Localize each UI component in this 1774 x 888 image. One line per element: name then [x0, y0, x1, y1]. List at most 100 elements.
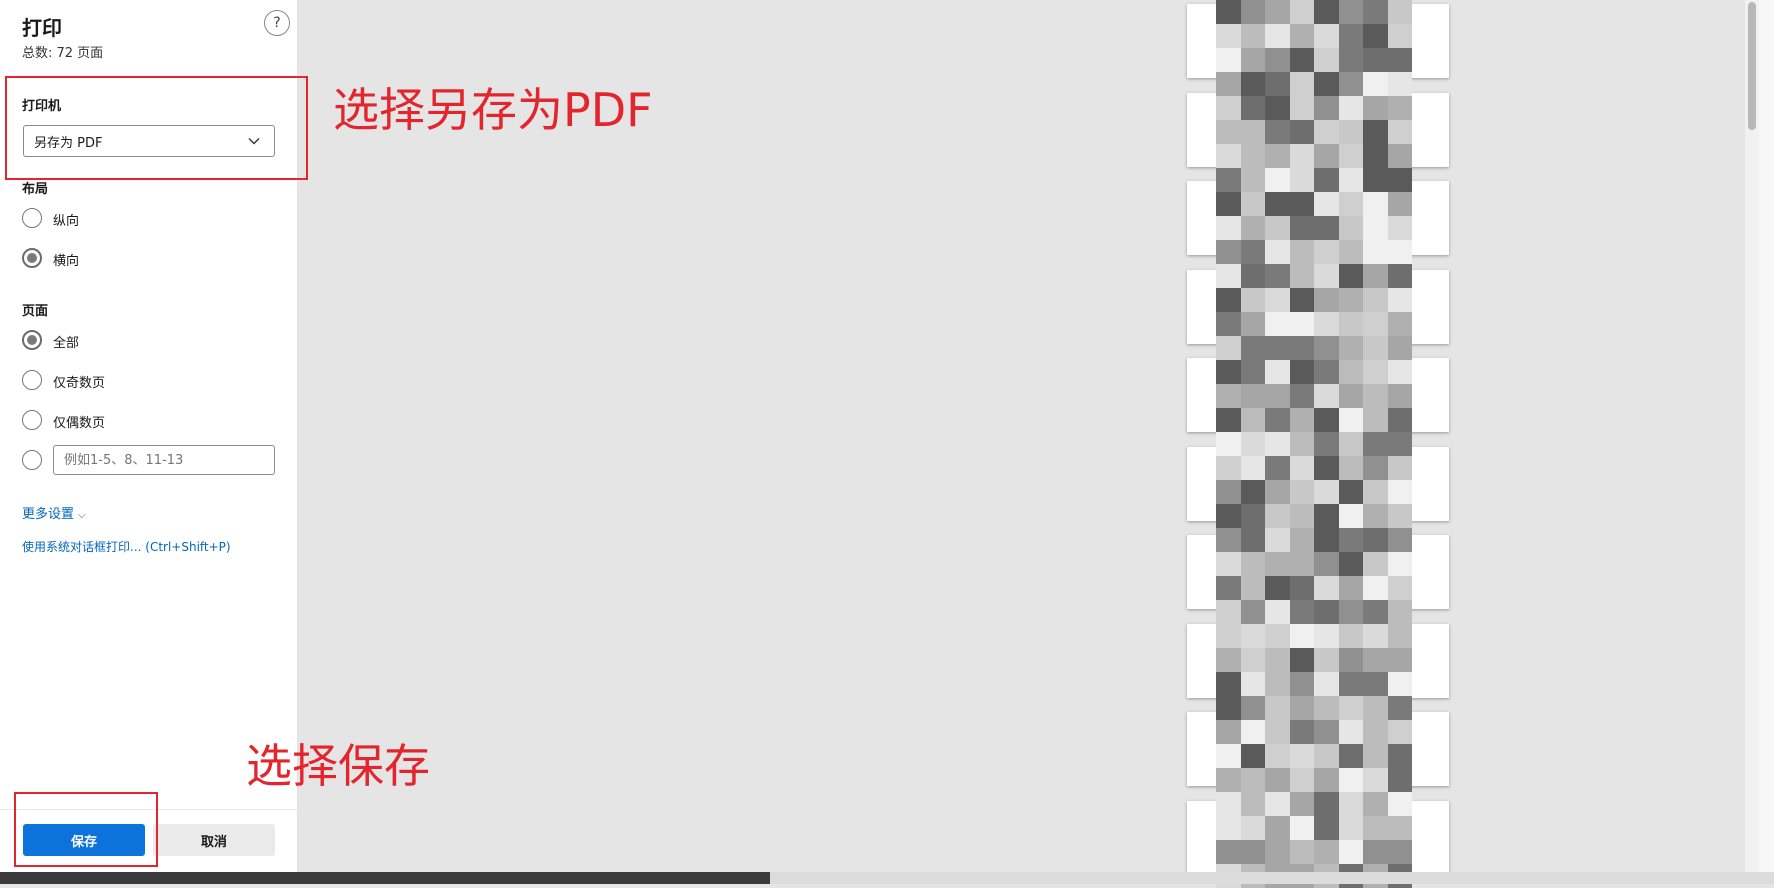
mosaic-cell: [1338, 408, 1363, 432]
mosaic-cell: [1240, 336, 1265, 360]
mosaic-cell: [1363, 240, 1388, 264]
mosaic-cell: [1289, 144, 1314, 168]
system-dialog-link[interactable]: 使用系统对话框打印... (Ctrl+Shift+P): [22, 538, 231, 555]
mosaic-cell: [1338, 480, 1363, 504]
mosaic-cell: [1265, 336, 1290, 360]
mosaic-cell: [1314, 792, 1339, 816]
mosaic-cell: [1314, 696, 1339, 720]
mosaic-cell: [1289, 120, 1314, 144]
mosaic-cell: [1363, 768, 1388, 792]
mosaic-cell: [1363, 696, 1388, 720]
radio-landscape-label: 横向: [53, 254, 80, 269]
mosaic-cell: [1387, 504, 1412, 528]
mosaic-cell: [1265, 240, 1290, 264]
mosaic-cell: [1265, 840, 1290, 864]
mosaic-cell: [1289, 792, 1314, 816]
mosaic-cell: [1216, 600, 1241, 624]
mosaic-cell: [1387, 696, 1412, 720]
mosaic-cell: [1216, 264, 1241, 288]
mosaic-cell: [1363, 24, 1388, 48]
mosaic-cell: [1314, 672, 1339, 696]
cancel-button[interactable]: 取消: [153, 824, 275, 856]
mosaic-cell: [1314, 624, 1339, 648]
radio-landscape[interactable]: [22, 248, 42, 268]
mosaic-cell: [1338, 696, 1363, 720]
mosaic-cell: [1240, 24, 1265, 48]
mosaic-cell: [1240, 840, 1265, 864]
mosaic-cell: [1265, 120, 1290, 144]
chevron-down-small-icon: ⌵: [78, 510, 86, 521]
mosaic-cell: [1338, 360, 1363, 384]
radio-pages-all[interactable]: [22, 330, 42, 350]
mosaic-cell: [1265, 552, 1290, 576]
mosaic-cell: [1289, 168, 1314, 192]
mosaic-cell: [1216, 24, 1241, 48]
mosaic-cell: [1265, 576, 1290, 600]
mosaic-cell: [1338, 552, 1363, 576]
mosaic-cell: [1289, 360, 1314, 384]
mosaic-cell: [1265, 672, 1290, 696]
mosaic-cell: [1216, 72, 1241, 96]
mosaic-cell: [1363, 528, 1388, 552]
mosaic-cell: [1240, 600, 1265, 624]
mosaic-cell: [1387, 360, 1412, 384]
mosaic-cell: [1265, 360, 1290, 384]
mosaic-cell: [1289, 72, 1314, 96]
mosaic-cell: [1216, 456, 1241, 480]
mosaic-cell: [1289, 288, 1314, 312]
mosaic-cell: [1216, 0, 1241, 24]
mosaic-cell: [1240, 0, 1265, 24]
mosaic-cell: [1314, 192, 1339, 216]
mosaic-cell: [1363, 672, 1388, 696]
scroll-thumb[interactable]: [1748, 2, 1756, 130]
mosaic-cell: [1265, 408, 1290, 432]
mosaic-cell: [1387, 24, 1412, 48]
mosaic-cell: [1338, 816, 1363, 840]
mosaic-cell: [1338, 528, 1363, 552]
mosaic-cell: [1387, 456, 1412, 480]
mosaic-cell: [1216, 120, 1241, 144]
mosaic-cell: [1363, 624, 1388, 648]
mosaic-cell: [1240, 792, 1265, 816]
mosaic-cell: [1338, 168, 1363, 192]
taskbar-light-area: [770, 872, 1774, 884]
mosaic-cell: [1338, 600, 1363, 624]
mosaic-cell: [1289, 48, 1314, 72]
mosaic-cell: [1363, 312, 1388, 336]
page-range-input[interactable]: [53, 445, 275, 475]
mosaic-cell: [1363, 384, 1388, 408]
mosaic-cell: [1387, 840, 1412, 864]
mosaic-cell: [1216, 720, 1241, 744]
mosaic-cell: [1363, 360, 1388, 384]
mosaic-cell: [1338, 264, 1363, 288]
mosaic-cell: [1265, 480, 1290, 504]
mosaic-cell: [1240, 672, 1265, 696]
mosaic-cell: [1289, 600, 1314, 624]
mosaic-cell: [1265, 504, 1290, 528]
help-icon[interactable]: ?: [264, 10, 290, 36]
mosaic-cell: [1216, 192, 1241, 216]
mosaic-cell: [1387, 432, 1412, 456]
radio-pages-odd[interactable]: [22, 370, 42, 390]
mosaic-cell: [1216, 672, 1241, 696]
mosaic-cell: [1338, 288, 1363, 312]
mosaic-cell: [1314, 24, 1339, 48]
mosaic-cell: [1338, 576, 1363, 600]
radio-pages-even[interactable]: [22, 410, 42, 430]
mosaic-cell: [1265, 744, 1290, 768]
mosaic-cell: [1289, 96, 1314, 120]
mosaic-cell: [1240, 72, 1265, 96]
mosaic-cell: [1216, 216, 1241, 240]
radio-portrait[interactable]: [22, 208, 42, 228]
mosaic-cell: [1265, 264, 1290, 288]
mosaic-cell: [1265, 696, 1290, 720]
mosaic-cell: [1265, 144, 1290, 168]
mosaic-cell: [1387, 384, 1412, 408]
preview-scrollbar[interactable]: [1745, 0, 1759, 872]
mosaic-cell: [1289, 552, 1314, 576]
more-settings-link[interactable]: 更多设置 ⌵: [22, 503, 86, 522]
mosaic-cell: [1387, 240, 1412, 264]
mosaic-cell: [1240, 624, 1265, 648]
radio-pages-custom[interactable]: [22, 450, 42, 470]
mosaic-cell: [1216, 288, 1241, 312]
